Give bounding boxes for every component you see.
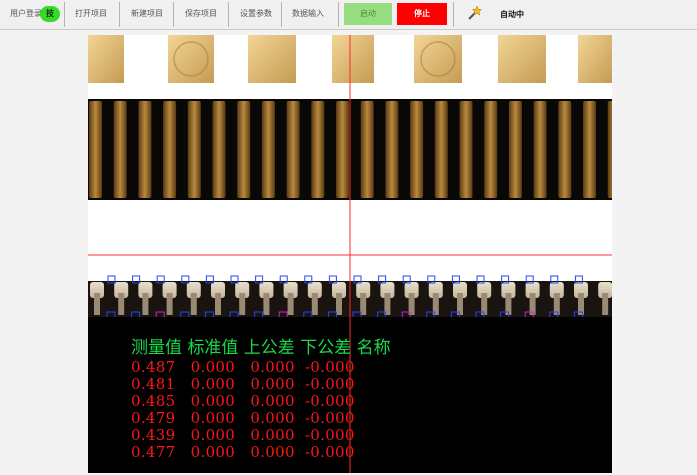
- toolbar-divider: [281, 2, 282, 27]
- pin-leg: [215, 293, 221, 315]
- open-project-button[interactable]: 打开项目: [66, 3, 116, 25]
- toolbar-divider: [64, 2, 65, 27]
- contact-finger: [187, 101, 201, 198]
- pin-leg: [190, 293, 197, 315]
- contact-finger: [261, 101, 275, 198]
- auto-status-label: 自动中: [500, 10, 524, 19]
- save-project-button[interactable]: 保存项目: [176, 3, 226, 25]
- new-project-button[interactable]: 新建项目: [122, 3, 172, 25]
- camera-view[interactable]: 测量值 标准值 上公差 下公差 名称 0.487 0.000 0.000 -0.…: [88, 35, 612, 473]
- toolbar-divider: [338, 2, 339, 27]
- contact-finger: [311, 101, 325, 198]
- contact-finger: [163, 101, 177, 198]
- set-parameters-button[interactable]: 设置参数: [232, 3, 280, 25]
- contact-finger: [89, 101, 102, 198]
- contact-finger: [508, 101, 522, 198]
- toolbar: 用户登录 技 打开项目 新建项目 保存项目 设置参数 数据输入 启动 停止 自动…: [0, 0, 697, 30]
- result-row: 0.439 0.000 0.000 -0.000: [131, 426, 355, 444]
- pin-leg: [239, 293, 246, 315]
- toolbar-divider: [173, 2, 174, 27]
- stop-button[interactable]: 停止: [397, 3, 447, 25]
- contact-finger: [336, 101, 349, 198]
- contact-finger: [237, 101, 251, 198]
- magic-wand-icon: [468, 5, 482, 20]
- contact-finger: [360, 101, 374, 198]
- contact-finger: [607, 101, 612, 198]
- result-row: 0.479 0.000 0.000 -0.000: [131, 409, 355, 427]
- contact-finger: [286, 101, 300, 198]
- measurement-results: 测量值 标准值 上公差 下公差 名称 0.487 0.000 0.000 -0.…: [131, 337, 391, 461]
- pin-leg: [263, 293, 270, 315]
- pin-leg: [311, 293, 318, 315]
- pin-leg: [166, 293, 173, 315]
- contact-finger: [385, 101, 399, 198]
- toolbar-divider: [453, 2, 454, 27]
- results-header: 测量值 标准值 上公差 下公差 名称: [131, 338, 391, 358]
- start-button[interactable]: 启动: [344, 3, 392, 25]
- technician-badge[interactable]: 技: [40, 6, 60, 22]
- contact-finger: [583, 101, 596, 198]
- result-row: 0.481 0.000 0.000 -0.000: [131, 375, 355, 393]
- contact-finger: [410, 101, 424, 198]
- contact-finger: [434, 101, 448, 198]
- toolbar-divider: [119, 2, 120, 27]
- pin-leg: [118, 293, 125, 315]
- pin-leg: [94, 293, 100, 315]
- contact-finger: [113, 101, 127, 198]
- pin-leg: [142, 293, 149, 315]
- result-row: 0.477 0.000 0.000 -0.000: [131, 443, 355, 461]
- contact-finger: [212, 101, 226, 198]
- pin-leg: [602, 293, 609, 315]
- pin-leg: [287, 293, 294, 315]
- contact-finger: [484, 101, 498, 198]
- toolbar-divider: [228, 2, 229, 27]
- result-row: 0.485 0.000 0.000 -0.000: [131, 392, 355, 410]
- contact-finger: [558, 101, 572, 198]
- data-input-button[interactable]: 数据输入: [283, 3, 333, 25]
- contact-finger: [138, 101, 152, 198]
- result-row: 0.487 0.000 0.000 -0.000: [131, 358, 355, 376]
- contact-finger: [459, 101, 473, 198]
- contact-finger: [533, 101, 547, 198]
